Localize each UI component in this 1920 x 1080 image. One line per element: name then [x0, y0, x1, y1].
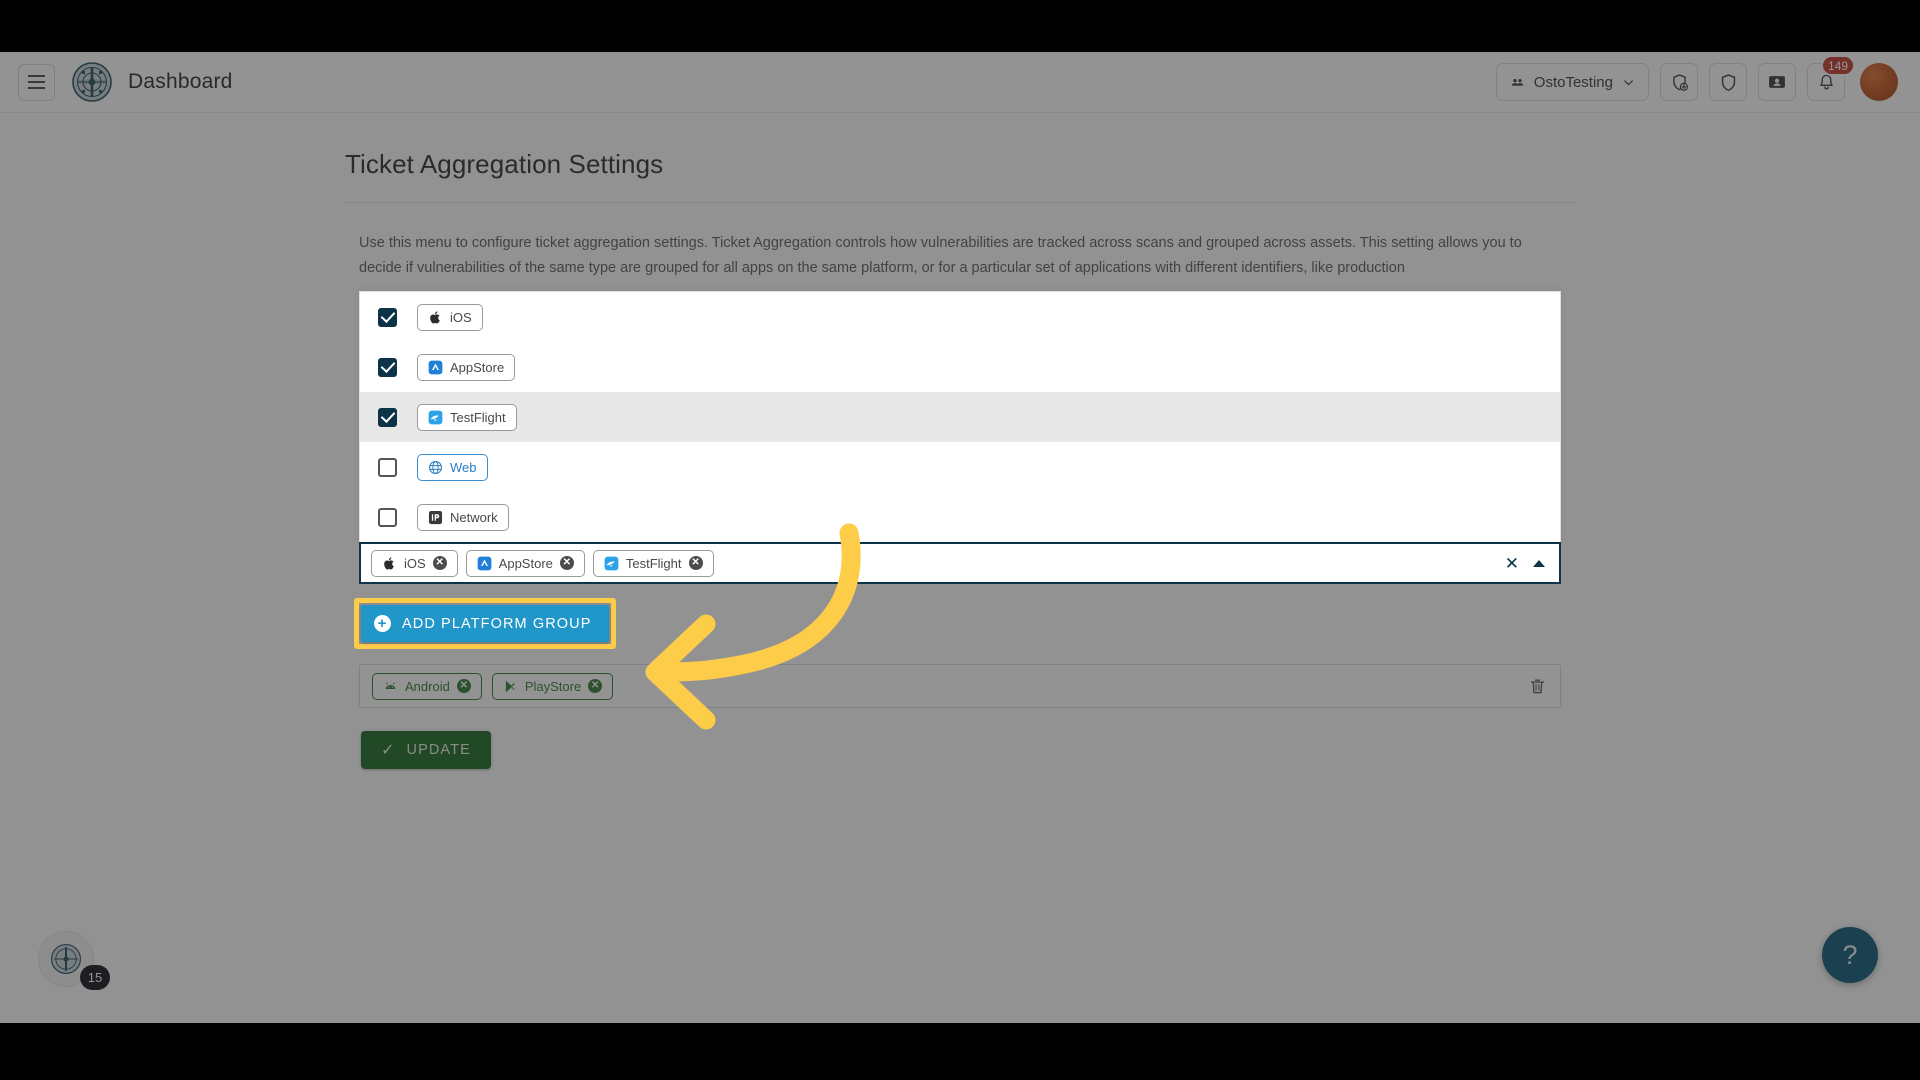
platform-chip-appstore: AppStore	[417, 354, 515, 381]
selected-chip-playstore: PlayStore ✕	[492, 673, 613, 700]
selected-chip-android: Android ✕	[372, 673, 482, 700]
remove-chip-icon[interactable]: ✕	[433, 556, 447, 570]
playstore-icon	[503, 679, 518, 694]
hamburger-icon	[28, 75, 45, 77]
platform-multiselect-control[interactable]: iOS ✕ AppStore ✕	[359, 542, 1561, 584]
id-card-icon	[1767, 72, 1787, 92]
shield-button[interactable]	[1709, 63, 1747, 101]
topbar-actions: OstoTesting	[1496, 63, 1898, 101]
check-icon: ✓	[381, 740, 396, 760]
notification-count-badge: 149	[1821, 55, 1855, 76]
platform-label: iOS	[450, 310, 472, 325]
platform-label: Web	[450, 460, 477, 475]
platform-label: TestFlight	[450, 410, 506, 425]
platform-chip-web: Web	[417, 454, 488, 481]
caret-up-icon[interactable]	[1533, 560, 1545, 567]
appstore-icon	[477, 556, 492, 571]
checkbox-network[interactable]	[378, 508, 397, 527]
update-button[interactable]: ✓ UPDATE	[361, 731, 491, 769]
company-logo-icon[interactable]	[72, 62, 112, 102]
platform-chip-testflight: TestFlight	[417, 404, 517, 431]
settings-description: Use this menu to configure ticket aggreg…	[343, 231, 1577, 281]
clear-all-icon[interactable]: ✕	[1505, 555, 1519, 572]
dropdown-option-network[interactable]: Network	[360, 492, 1560, 542]
chevron-down-icon	[1622, 76, 1635, 89]
testflight-icon	[604, 556, 619, 571]
dropdown-option-appstore[interactable]: AppStore	[360, 342, 1560, 392]
selected-chip-ios: iOS ✕	[371, 550, 458, 577]
update-button-label: UPDATE	[407, 742, 471, 758]
selected-chip-label: PlayStore	[525, 679, 581, 694]
add-shield-button[interactable]	[1660, 63, 1698, 101]
platform-chip-ios: iOS	[417, 304, 483, 331]
platform-label: Network	[450, 510, 498, 525]
platform-label: AppStore	[450, 360, 504, 375]
selected-chip-label: iOS	[404, 556, 426, 571]
guide-count-badge: 15	[80, 965, 110, 990]
add-platform-group-wrapper: + ADD PLATFORM GROUP	[361, 605, 609, 642]
network-ip-icon	[428, 510, 443, 525]
help-button[interactable]: ?	[1822, 927, 1878, 983]
hamburger-menu-button[interactable]	[18, 64, 55, 101]
organization-selector[interactable]: OstoTesting	[1496, 63, 1649, 101]
id-card-button[interactable]	[1758, 63, 1796, 101]
add-platform-group-button[interactable]: + ADD PLATFORM GROUP	[361, 605, 609, 642]
platform-groups-area: iOS AppStore	[343, 291, 1577, 769]
add-platform-group-label: ADD PLATFORM GROUP	[402, 616, 592, 632]
delete-group-button[interactable]	[1526, 675, 1548, 697]
settings-container: Ticket Aggregation Settings Use this men…	[343, 113, 1577, 769]
dropdown-option-ios[interactable]: iOS	[360, 292, 1560, 342]
dropdown-option-testflight[interactable]: TestFlight	[360, 392, 1560, 442]
organization-name: OstoTesting	[1534, 74, 1613, 91]
app-viewport: Dashboard OstoTesting	[0, 52, 1920, 1023]
selected-chip-label: TestFlight	[626, 556, 682, 571]
remove-chip-icon[interactable]: ✕	[689, 556, 703, 570]
android-icon	[383, 679, 398, 694]
top-navigation-bar: Dashboard OstoTesting	[0, 52, 1920, 113]
testflight-icon	[428, 410, 443, 425]
select-controls: ✕	[1505, 555, 1545, 572]
people-group-icon	[1510, 75, 1525, 90]
trash-icon	[1528, 677, 1547, 696]
page-title: Dashboard	[128, 70, 233, 94]
checkbox-ios[interactable]	[378, 308, 397, 327]
globe-icon	[428, 460, 443, 475]
remove-chip-icon[interactable]: ✕	[588, 679, 602, 693]
hamburger-icon	[28, 81, 45, 83]
apple-icon	[382, 556, 397, 571]
checkbox-testflight[interactable]	[378, 408, 397, 427]
settings-heading: Ticket Aggregation Settings	[343, 149, 1577, 180]
dropdown-option-web[interactable]: Web	[360, 442, 1560, 492]
plus-icon: +	[374, 615, 391, 632]
platform-chip-network: Network	[417, 504, 509, 531]
help-question-icon: ?	[1842, 940, 1857, 971]
platform-options-dropdown: iOS AppStore	[359, 291, 1561, 542]
heading-divider	[343, 202, 1577, 203]
appstore-icon	[428, 360, 443, 375]
company-logo-icon	[49, 942, 83, 976]
main-content: Ticket Aggregation Settings Use this men…	[0, 113, 1920, 1023]
remove-chip-icon[interactable]: ✕	[560, 556, 574, 570]
shield-icon	[1719, 73, 1738, 92]
selected-chip-label: AppStore	[499, 556, 553, 571]
hamburger-icon	[28, 87, 45, 89]
remove-chip-icon[interactable]: ✕	[457, 679, 471, 693]
checkbox-appstore[interactable]	[378, 358, 397, 377]
checkbox-web[interactable]	[378, 458, 397, 477]
apple-icon	[428, 310, 443, 325]
add-shield-icon	[1670, 73, 1689, 92]
notifications-button[interactable]: 149	[1807, 63, 1845, 101]
platform-group-row[interactable]: Android ✕ PlayStore ✕	[359, 664, 1561, 708]
selected-chip-label: Android	[405, 679, 450, 694]
selected-chip-appstore: AppStore ✕	[466, 550, 585, 577]
selected-chip-testflight: TestFlight ✕	[593, 550, 714, 577]
avatar[interactable]	[1860, 63, 1898, 101]
guide-widget-button[interactable]: 15	[38, 931, 94, 987]
